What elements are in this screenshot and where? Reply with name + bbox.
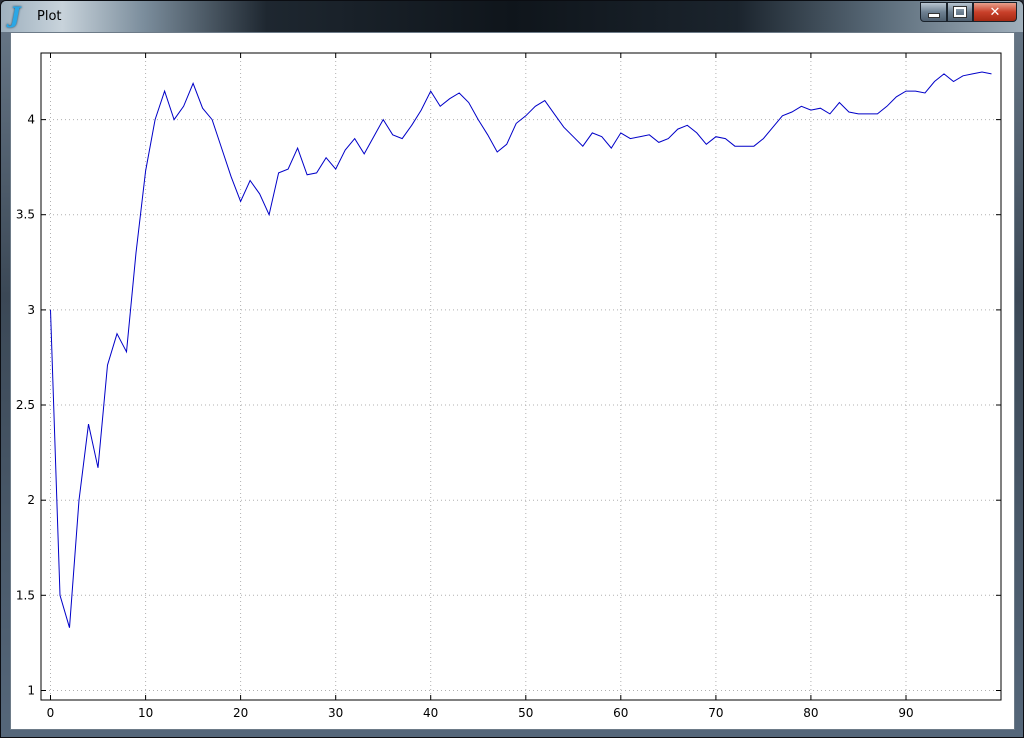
x-tick-label: 20 (233, 706, 248, 720)
x-tick-label: 80 (803, 706, 818, 720)
y-tick-label: 1.5 (16, 588, 35, 602)
close-icon: ✕ (989, 4, 1001, 20)
caption-buttons: ✕ (920, 2, 1017, 22)
j-app-icon: J (10, 3, 21, 29)
x-tick-label: 10 (138, 706, 153, 720)
y-tick-label: 2.5 (16, 398, 35, 412)
y-tick-label: 4 (27, 113, 35, 127)
x-tick-label: 90 (898, 706, 913, 720)
y-tick-label: 3.5 (16, 208, 35, 222)
close-button[interactable]: ✕ (973, 2, 1017, 22)
x-tick-label: 60 (613, 706, 628, 720)
plot-area: 0 10 20 30 40 50 60 70 80 90 1 1.5 2 2.5 3 3.5 4 (10, 32, 1015, 730)
x-tick-label: 30 (328, 706, 343, 720)
x-tick-label: 50 (518, 706, 533, 720)
x-tick-label: 40 (423, 706, 438, 720)
window-title: Plot (37, 9, 62, 24)
plot-window: J Plot ✕ 0 10 20 30 40 50 60 70 80 90 1 1.5 2 2.5 3 3.5… (0, 0, 1024, 738)
maximize-button[interactable] (947, 2, 973, 22)
y-tick-label: 2 (27, 493, 35, 507)
x-tick-label: 70 (708, 706, 723, 720)
x-tick-label: 0 (47, 706, 55, 720)
y-tick-label: 3 (27, 303, 35, 317)
maximize-icon (953, 6, 967, 18)
minimize-button[interactable] (920, 2, 947, 22)
title-bar[interactable]: J Plot ✕ (1, 1, 1023, 32)
y-tick-label: 1 (27, 684, 35, 698)
minimize-icon (927, 12, 940, 18)
plot-background (41, 53, 1001, 700)
line-chart: 0 10 20 30 40 50 60 70 80 90 1 1.5 2 2.5 3 3.5 4 (16, 52, 1002, 720)
